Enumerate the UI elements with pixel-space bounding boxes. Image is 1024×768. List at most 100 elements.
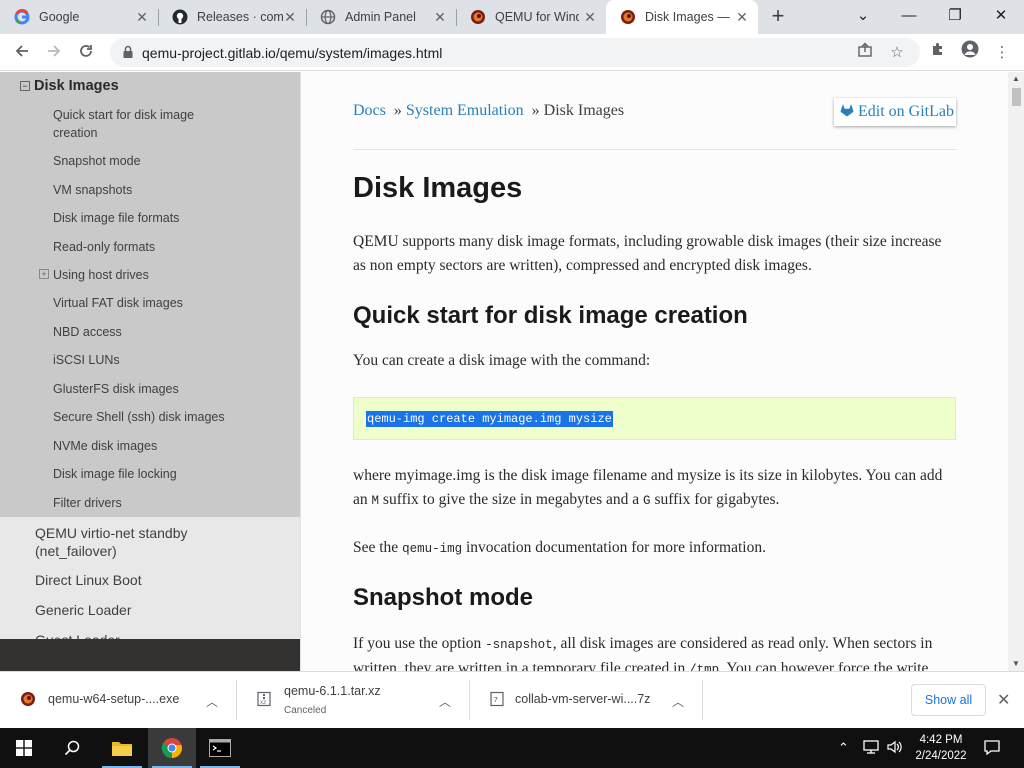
sidebar-item-read-only-formats[interactable]: Read-only formats [53, 238, 233, 256]
sidebar-item-generic-loader[interactable]: Generic Loader [35, 601, 255, 619]
profile-avatar-icon[interactable] [957, 40, 983, 66]
reload-button[interactable] [72, 39, 100, 67]
share-icon[interactable] [854, 42, 876, 64]
sidebar-item-guest-loader[interactable]: Guest Loader [35, 631, 255, 639]
document-content: Docs » System Emulation » Disk Images Ed… [300, 72, 1008, 671]
network-icon[interactable] [862, 739, 880, 758]
sidebar-item-net-failover[interactable]: QEMU virtio-net standby (net_failover) [35, 524, 255, 560]
sidebar-footer [0, 639, 300, 671]
search-button[interactable] [48, 728, 96, 768]
sidebar-item-iscsi-luns[interactable]: iSCSI LUNs [53, 351, 233, 369]
sidebar-section-disk-images[interactable]: − Disk Images [20, 78, 119, 94]
command-paragraph: You can create a disk image with the com… [353, 352, 651, 369]
show-hidden-icons-icon[interactable]: ⌃ [838, 740, 849, 756]
tab-strip: Google ✕ Releases · comp ✕ Admin Panel ✕… [0, 0, 1024, 34]
archive-file-icon: XZ [256, 691, 272, 707]
sidebar-item-ssh[interactable]: Secure Shell (ssh) disk images [53, 408, 233, 426]
close-icon[interactable]: ✕ [282, 9, 298, 25]
sidebar-item-direct-linux-boot[interactable]: Direct Linux Boot [35, 571, 255, 589]
show-all-downloads-button[interactable]: Show all [911, 684, 986, 716]
clock-time: 4:42 PM [919, 734, 963, 746]
sidebar-item-filter-drivers[interactable]: Filter drivers [53, 494, 233, 512]
selected-code-text[interactable]: qemu-img create myimage.img mysize [366, 411, 613, 427]
page-title: Disk Images [353, 172, 523, 204]
download-item-collab-vm[interactable]: 7 collab-vm-server-wi....7z ︿ [469, 678, 702, 724]
notifications-icon[interactable] [983, 739, 1001, 758]
windows-logo-icon [16, 740, 32, 756]
qemu-img-link[interactable]: qemu-img [402, 542, 462, 556]
taskbar-chrome[interactable] [148, 728, 196, 768]
chevron-up-icon[interactable]: ︿ [206, 693, 218, 710]
extensions-icon[interactable] [925, 40, 951, 66]
sidebar-item-quick-start[interactable]: Quick start for disk image creation [53, 106, 233, 142]
breadcrumb-current: Disk Images [543, 102, 625, 119]
taskbar-file-explorer[interactable] [98, 728, 146, 768]
search-icon [64, 740, 80, 756]
tab-title: QEMU for Wind [495, 10, 579, 24]
breadcrumb-docs-link[interactable]: Docs [353, 102, 386, 119]
address-bar[interactable]: qemu-project.gitlab.io/qemu/system/image… [110, 38, 920, 67]
clock-date: 2/24/2022 [915, 750, 967, 762]
back-button[interactable] [8, 39, 36, 67]
menu-kebab-icon[interactable]: ⋮ [989, 40, 1015, 66]
download-item-qemu-tarball[interactable]: XZ qemu-6.1.1.tar.xz Canceled ︿ [236, 678, 469, 724]
sidebar-item-snapshot-mode[interactable]: Snapshot mode [53, 152, 233, 170]
forward-button[interactable] [40, 39, 68, 67]
sidebar-item-file-formats[interactable]: Disk image file formats [53, 209, 233, 227]
tab-google[interactable]: Google ✕ [0, 0, 158, 34]
google-icon [14, 9, 30, 25]
tab-releases[interactable]: Releases · comp ✕ [158, 0, 306, 34]
docs-sidebar: − Disk Images Quick start for disk image … [0, 72, 300, 639]
chevron-up-icon[interactable]: ︿ [439, 693, 451, 710]
svg-text:7: 7 [494, 696, 498, 704]
collapse-toggle-icon[interactable]: − [20, 81, 30, 91]
sidebar-item-nbd-access[interactable]: NBD access [53, 323, 233, 341]
terminal-icon [209, 739, 231, 757]
sidebar-item-file-locking[interactable]: Disk image file locking [53, 465, 233, 483]
bookmark-star-icon[interactable]: ☆ [886, 42, 908, 64]
scroll-up-icon[interactable]: ▲ [1008, 72, 1024, 86]
page-scrollbar[interactable]: ▲ ▼ [1008, 72, 1024, 671]
lock-icon[interactable] [120, 44, 136, 60]
archive-7z-icon: 7 [489, 691, 505, 707]
close-window-button[interactable]: ✕ [978, 0, 1024, 34]
tab-search-icon[interactable]: ⌄ [840, 0, 886, 34]
sidebar-item-virtual-fat[interactable]: Virtual FAT disk images [53, 294, 233, 312]
close-icon[interactable]: ✕ [734, 9, 750, 25]
sidebar-item-nvme[interactable]: NVMe disk images [53, 437, 233, 455]
taskbar-terminal[interactable] [196, 728, 244, 768]
volume-icon[interactable] [886, 739, 904, 758]
restore-button[interactable]: ❐ [932, 0, 978, 34]
start-button[interactable] [0, 728, 48, 768]
close-download-bar-icon[interactable]: ✕ [997, 690, 1010, 710]
sidebar-item-host-drives[interactable]: + Using host drives [39, 266, 233, 284]
scroll-down-icon[interactable]: ▼ [1008, 657, 1024, 671]
scroll-thumb[interactable] [1012, 88, 1021, 106]
tab-qemu-windows[interactable]: QEMU for Wind ✕ [456, 0, 606, 34]
chevron-up-icon[interactable]: ︿ [672, 693, 684, 710]
folder-icon [112, 742, 132, 756]
chrome-icon [161, 738, 182, 759]
tab-title: Releases · comp [197, 10, 283, 24]
code-block[interactable]: qemu-img create myimage.img mysize [353, 397, 956, 440]
close-icon[interactable]: ✕ [432, 9, 448, 25]
heading-snapshot-mode: Snapshot mode [353, 584, 534, 611]
tab-disk-images[interactable]: Disk Images — ✕ [606, 0, 758, 34]
new-tab-button[interactable]: + [766, 5, 790, 29]
tab-admin-panel[interactable]: Admin Panel ✕ [306, 0, 456, 34]
taskbar-clock[interactable]: 4:42 PM 2/24/2022 [906, 732, 976, 764]
qemu-icon [20, 691, 36, 707]
url-text: qemu-project.gitlab.io/qemu/system/image… [142, 45, 443, 61]
divider [353, 149, 956, 150]
breadcrumb-system-emulation-link[interactable]: System Emulation [406, 102, 524, 119]
sidebar-item-glusterfs[interactable]: GlusterFS disk images [53, 380, 233, 398]
close-icon[interactable]: ✕ [134, 9, 150, 25]
github-icon [172, 9, 188, 25]
sidebar-item-vm-snapshots[interactable]: VM snapshots [53, 181, 233, 199]
qemu-icon [470, 9, 486, 25]
minimize-button[interactable]: — [886, 0, 932, 34]
download-item-qemu-setup[interactable]: qemu-w64-setup-....exe ︿ [0, 678, 236, 724]
close-icon[interactable]: ✕ [582, 9, 598, 25]
expand-toggle-icon[interactable]: + [39, 269, 49, 279]
edit-on-gitlab-button[interactable]: Edit on GitLab [834, 98, 956, 126]
